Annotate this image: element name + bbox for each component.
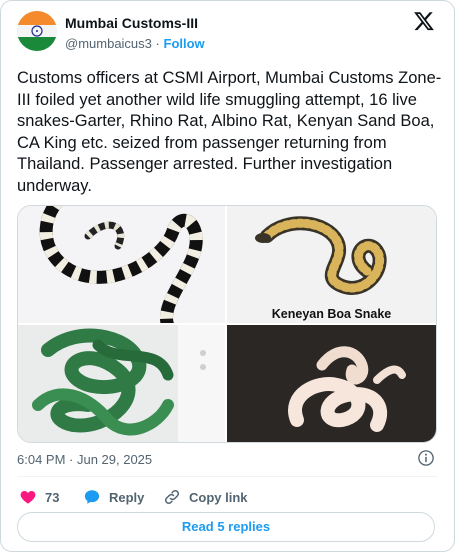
reply-label: Reply: [109, 489, 145, 505]
tweet-text: Customs officers at CSMI Airport, Mumbai…: [17, 69, 442, 195]
heart-icon: [20, 491, 36, 504]
reply-button[interactable]: Reply: [83, 488, 144, 506]
media-image-2[interactable]: Keneyan Boa Snake: [227, 206, 436, 323]
x-logo-icon[interactable]: [413, 10, 435, 32]
media-image-3[interactable]: [18, 325, 225, 442]
author-handle-row: @mumbaicus3 · Follow: [65, 36, 205, 51]
media-image-1[interactable]: [18, 206, 225, 323]
copy-link-icon: [164, 489, 180, 505]
media-image-4[interactable]: [227, 325, 436, 442]
read-replies-button[interactable]: Read 5 replies: [17, 512, 435, 542]
like-button[interactable]: 73: [19, 488, 59, 506]
info-icon[interactable]: [417, 449, 435, 467]
avatar[interactable]: [17, 11, 57, 51]
tweet-card: Mumbai Customs-III @mumbaicus3 · Follow …: [0, 0, 455, 552]
follow-button[interactable]: Follow: [164, 36, 205, 51]
copy-link-button[interactable]: Copy link: [163, 488, 248, 506]
timestamp[interactable]: 6:04 PM · Jun 29, 2025: [17, 452, 152, 467]
author-handle[interactable]: @mumbaicus3: [65, 36, 152, 51]
media-grid: Keneyan Boa Snake: [17, 205, 437, 443]
india-flag-avatar-icon: [17, 11, 57, 51]
media-image-2-caption: Keneyan Boa Snake: [271, 307, 392, 321]
reply-bubble-icon: [84, 490, 100, 504]
author-name[interactable]: Mumbai Customs-III: [65, 15, 198, 31]
handle-separator: ·: [155, 36, 160, 51]
like-count: 73: [45, 489, 60, 505]
divider: [17, 476, 437, 477]
copy-link-label: Copy link: [189, 489, 248, 505]
